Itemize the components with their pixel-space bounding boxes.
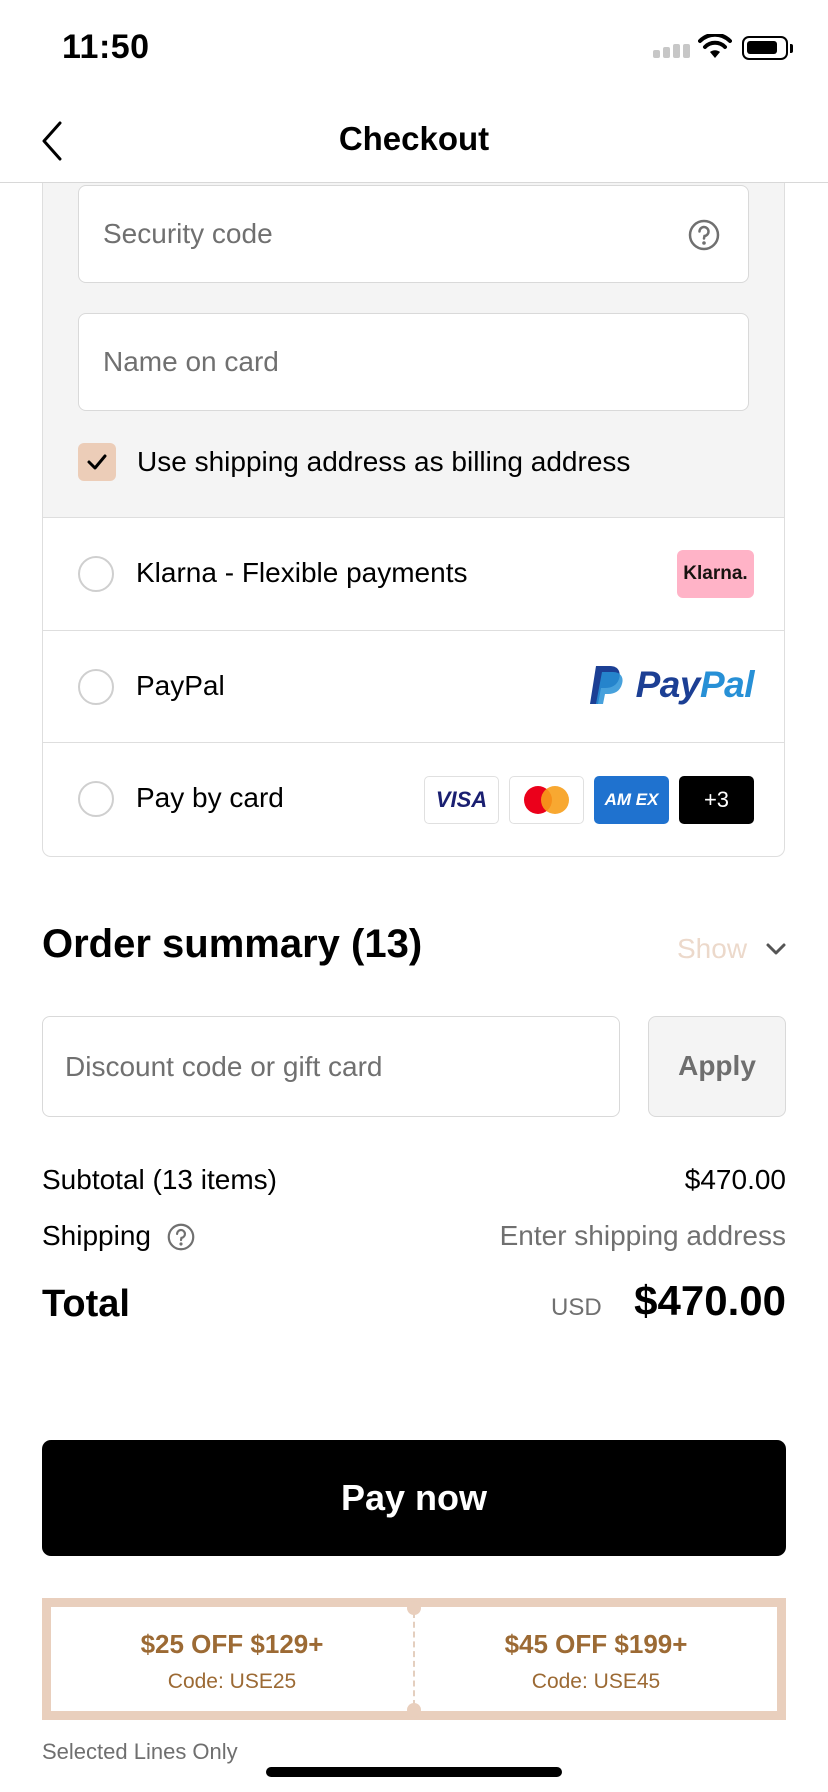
payment-option-card[interactable]: Pay by card VISA AM EX +3 [43, 742, 784, 854]
home-indicator [266, 1767, 562, 1777]
coupon-divider [413, 1612, 415, 1706]
paypal-logo: PayPal [588, 664, 755, 706]
status-time: 11:50 [62, 28, 150, 66]
paypal-logo-pay: Pay [635, 664, 701, 705]
card-radio[interactable] [78, 781, 114, 817]
apply-button[interactable]: Apply [648, 1016, 786, 1117]
coupon-notch-top [407, 1601, 421, 1615]
discount-placeholder: Discount code or gift card [65, 1051, 383, 1082]
fine-print: Selected Lines Only [42, 1739, 238, 1764]
pay-now-button[interactable]: Pay now [42, 1440, 786, 1556]
coupon-notch-bottom [407, 1703, 421, 1717]
checkmark-icon [87, 454, 107, 470]
wifi-icon [698, 34, 732, 58]
total-value: $470.00 [634, 1277, 786, 1324]
payment-option-paypal[interactable]: PayPal PayPal [43, 630, 784, 742]
security-code-field[interactable]: Security code [78, 185, 749, 283]
mastercard-logo [509, 776, 584, 824]
amex-logo: AM EX [594, 776, 669, 824]
shipping-label: Shipping [42, 1220, 151, 1251]
cellular-signal-icon [653, 44, 690, 58]
payment-option-klarna[interactable]: Klarna - Flexible payments Klarna. [43, 517, 784, 629]
coupon-45-headline: $45 OFF $199+ [504, 1629, 688, 1659]
coupon-25-code: Code: USE25 [167, 1670, 297, 1693]
klarna-label: Klarna - Flexible payments [136, 557, 468, 588]
name-on-card-placeholder: Name on card [103, 346, 279, 377]
battery-cap [790, 44, 793, 53]
coupon-45[interactable]: $45 OFF $199+ Code: USE45 [415, 1607, 777, 1694]
battery-icon [742, 36, 788, 60]
paypal-label: PayPal [136, 670, 225, 701]
order-summary-title: Order summary (13) [42, 922, 423, 966]
card-label: Pay by card [136, 782, 284, 813]
klarna-radio[interactable] [78, 556, 114, 592]
paypal-radio[interactable] [78, 669, 114, 705]
paypal-p-icon [589, 666, 623, 704]
chevron-down-icon[interactable] [765, 941, 787, 957]
subtotal-value: $470.00 [684, 1164, 786, 1195]
discount-code-input[interactable]: Discount code or gift card [42, 1016, 620, 1117]
coupon-45-code: Code: USE45 [531, 1670, 661, 1693]
show-summary-toggle[interactable]: Show [677, 933, 747, 965]
card-logos: VISA AM EX +3 [424, 776, 754, 824]
shipping-value: Enter shipping address [499, 1220, 786, 1251]
page-title: Checkout [338, 120, 490, 157]
coupon-25[interactable]: $25 OFF $129+ Code: USE25 [51, 1607, 413, 1694]
name-on-card-field[interactable]: Name on card [78, 313, 749, 411]
security-code-placeholder: Security code [103, 218, 273, 249]
shipping-help-icon[interactable] [167, 1223, 195, 1251]
visa-logo: VISA [424, 776, 499, 824]
paypal-logo-pal: Pal [699, 664, 755, 705]
more-cards-badge: +3 [679, 776, 754, 824]
billing-checkbox-label: Use shipping address as billing address [137, 446, 631, 477]
billing-address-checkbox[interactable] [78, 443, 116, 481]
klarna-logo: Klarna. [677, 550, 754, 598]
subtotal-label: Subtotal (13 items) [42, 1164, 277, 1195]
total-label: Total [42, 1283, 130, 1325]
coupon-25-headline: $25 OFF $129+ [140, 1629, 324, 1659]
help-circle-icon[interactable] [688, 219, 720, 251]
currency-label: USD [551, 1294, 602, 1321]
